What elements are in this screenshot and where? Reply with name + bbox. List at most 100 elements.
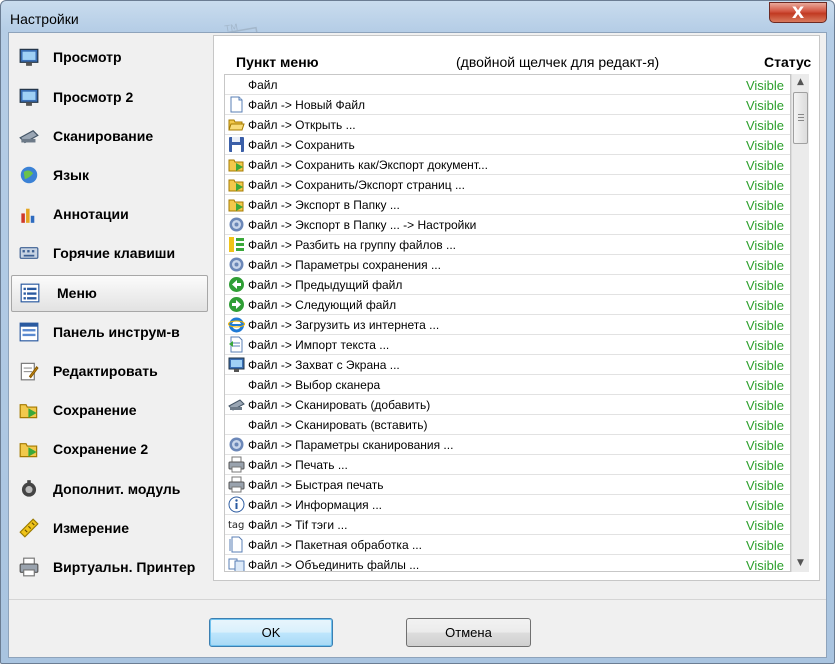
sidebar-item[interactable]: Редактировать (11, 354, 208, 391)
menu-row-label: Файл -> Сканировать (вставить) (248, 418, 428, 432)
sidebar-item[interactable]: Меню (11, 275, 208, 312)
scroll-up-arrow-icon[interactable]: ▲ (792, 74, 809, 91)
menu-row-status[interactable]: Visible (746, 278, 784, 293)
column-header-item: Пункт меню (236, 54, 319, 70)
sidebar-item[interactable]: Измерение (11, 511, 208, 548)
menu-row-status[interactable]: Visible (746, 258, 784, 273)
menu-row-label: Файл -> Открыть ... (248, 118, 356, 132)
sidebar-item[interactable]: Аннотации (11, 197, 208, 234)
menu-row[interactable]: Файл -> Предыдущий файл Visible (225, 275, 790, 295)
menu-row[interactable]: Файл -> Импорт текста ... Visible (225, 335, 790, 355)
open-folder-icon (228, 116, 245, 133)
sidebar-item[interactable]: Сохранение 2 (11, 432, 208, 469)
save-folder-icon (19, 400, 39, 420)
menu-row-status[interactable]: Visible (746, 518, 784, 533)
export-icon (228, 156, 245, 173)
menu-row[interactable]: Файл -> Новый Файл Visible (225, 95, 790, 115)
menu-items-list[interactable]: Файл Visible Файл -> Новый Файл Visible Файл… (224, 74, 791, 572)
menu-row-status[interactable]: Visible (746, 398, 784, 413)
batch-icon (228, 536, 245, 553)
sidebar-item[interactable]: Панель инструм-в (11, 315, 208, 352)
menu-row[interactable]: Файл -> Параметры сканирования ... Visibl… (225, 435, 790, 455)
menu-row[interactable]: Файл -> Экспорт в Папку ... Visible (225, 195, 790, 215)
menu-row-status[interactable]: Visible (746, 98, 784, 113)
sidebar-item-label: Сохранение (53, 402, 137, 418)
menu-row[interactable]: Файл -> Сканировать (вставить) Visible (225, 415, 790, 435)
menu-row-label: Файл -> Захват с Экрана ... (248, 358, 400, 372)
menu-row[interactable]: Файл -> Разбить на группу файлов ... Visi… (225, 235, 790, 255)
gear-icon (228, 216, 245, 233)
edit-icon (19, 361, 39, 381)
menu-row[interactable]: Файл -> Параметры сохранения ... Visible (225, 255, 790, 275)
annotation-icon (19, 204, 39, 224)
close-button[interactable]: X (769, 2, 827, 23)
menu-row-status[interactable]: Visible (746, 78, 784, 93)
vertical-scrollbar[interactable]: ▲ ▼ (791, 74, 809, 572)
sidebar-item[interactable]: Горячие клавиши (11, 236, 208, 273)
menu-row-status[interactable]: Visible (746, 298, 784, 313)
menu-row[interactable]: Файл -> Быстрая печать Visible (225, 475, 790, 495)
sidebar-item[interactable]: Сохранение (11, 393, 208, 430)
menu-row-status[interactable]: Visible (746, 338, 784, 353)
gear-icon (228, 256, 245, 273)
menu-row[interactable]: Файл -> Открыть ... Visible (225, 115, 790, 135)
menu-row[interactable]: Файл -> Информация ... Visible (225, 495, 790, 515)
menu-row-status[interactable]: Visible (746, 558, 784, 571)
ok-button[interactable]: OK (209, 618, 333, 647)
menu-row-label: Файл -> Сохранить (248, 138, 355, 152)
menu-row[interactable]: Файл -> Сохранить как/Экспорт документ..… (225, 155, 790, 175)
sidebar-item-label: Язык (53, 167, 89, 183)
menu-row[interactable]: Файл -> Объединить файлы ... Visible (225, 555, 790, 571)
menu-row-status[interactable]: Visible (746, 458, 784, 473)
menu-row-status[interactable]: Visible (746, 178, 784, 193)
menu-row-status[interactable]: Visible (746, 118, 784, 133)
sidebar-item[interactable]: Язык (11, 158, 208, 195)
menu-row-status[interactable]: Visible (746, 198, 784, 213)
menu-row-status[interactable]: Visible (746, 538, 784, 553)
menu-row-status[interactable]: Visible (746, 238, 784, 253)
sidebar-item[interactable]: Просмотр 2 (11, 80, 208, 117)
menu-row[interactable]: tag Файл -> Tif тэги ... Visible (225, 515, 790, 535)
menu-row[interactable]: Файл -> Сканировать (добавить) Visible (225, 395, 790, 415)
menu-row-status[interactable]: Visible (746, 478, 784, 493)
sidebar-item[interactable]: Виртуальн. Принтер (11, 550, 208, 587)
menu-row-status[interactable]: Visible (746, 318, 784, 333)
menu-row[interactable]: Файл -> Следующий файл Visible (225, 295, 790, 315)
menu-row-label: Файл -> Импорт текста ... (248, 338, 390, 352)
menu-row-label: Файл -> Сохранить как/Экспорт документ..… (248, 158, 488, 172)
cancel-button[interactable]: Отмена (406, 618, 531, 647)
menu-row-label: Файл -> Сохранить/Экспорт страниц ... (248, 178, 465, 192)
menu-row[interactable]: Файл -> Сохранить/Экспорт страниц ... Vis… (225, 175, 790, 195)
menu-row[interactable]: Файл -> Выбор сканера Visible (225, 375, 790, 395)
sidebar-item-label: Виртуальн. Принтер (53, 559, 196, 575)
sidebar-item[interactable]: Сканирование (11, 119, 208, 156)
scroll-down-arrow-icon[interactable]: ▼ (792, 555, 809, 572)
menu-row[interactable]: Файл -> Загрузить из интернета ... Visibl… (225, 315, 790, 335)
menu-row-label: Файл (248, 78, 278, 92)
svg-text:tag: tag (228, 520, 244, 531)
sidebar-item[interactable]: Просмотр (11, 40, 208, 77)
scanner-icon (228, 396, 245, 413)
plugin-icon (19, 479, 39, 499)
menu-row-status[interactable]: Visible (746, 158, 784, 173)
sidebar-item[interactable]: Дополнит. модуль (11, 472, 208, 509)
menu-row-status[interactable]: Visible (746, 498, 784, 513)
menu-row-status[interactable]: Visible (746, 138, 784, 153)
menu-row[interactable]: Файл Visible (225, 75, 790, 95)
menu-row-status[interactable]: Visible (746, 378, 784, 393)
menu-row-status[interactable]: Visible (746, 438, 784, 453)
menu-row[interactable]: Файл -> Сохранить Visible (225, 135, 790, 155)
split-icon (228, 236, 245, 253)
menu-row[interactable]: Файл -> Экспорт в Папку ... -> Настройки… (225, 215, 790, 235)
menu-row[interactable]: Файл -> Пакетная обработка ... Visible (225, 535, 790, 555)
menu-row[interactable]: Файл -> Печать ... Visible (225, 455, 790, 475)
menu-row-status[interactable]: Visible (746, 418, 784, 433)
column-header-hint: (двойной щелчек для редакт-я) (456, 54, 660, 70)
menu-row-status[interactable]: Visible (746, 358, 784, 373)
menu-row-status[interactable]: Visible (746, 218, 784, 233)
ruler-icon (19, 518, 39, 538)
info-icon (228, 496, 245, 513)
menu-row[interactable]: Файл -> Захват с Экрана ... Visible (225, 355, 790, 375)
scrollbar-thumb[interactable] (793, 92, 808, 144)
sidebar-item-label: Сканирование (53, 128, 154, 144)
